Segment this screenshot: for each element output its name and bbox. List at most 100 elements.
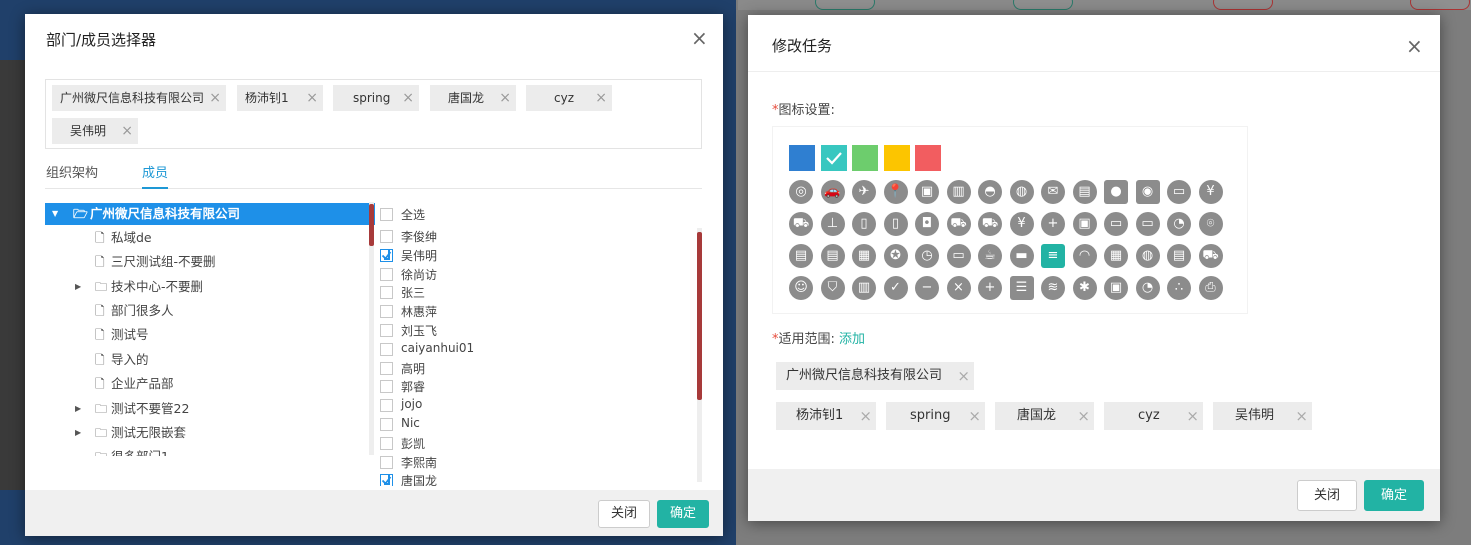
user-minus-icon[interactable]: −: [915, 276, 939, 300]
tree-node[interactable]: ▶ 🗀 测试无限嵌套: [45, 422, 375, 444]
checkbox[interactable]: [380, 455, 393, 469]
user-icon[interactable]: ●: [1104, 180, 1128, 204]
tab-org-structure[interactable]: 组织架构: [46, 162, 98, 181]
doc-money-2-icon[interactable]: ▯: [883, 212, 908, 236]
yen-icon[interactable]: ¥: [1198, 180, 1223, 204]
money-bag-2-icon[interactable]: ◍: [1135, 244, 1160, 268]
remove-tag-icon[interactable]: ×: [595, 85, 607, 111]
location-icon[interactable]: ⌾: [1198, 212, 1223, 236]
user-check-icon[interactable]: ✓: [883, 276, 908, 300]
tree-node[interactable]: 🗋 部门很多人: [45, 300, 375, 322]
scatter-icon[interactable]: ∴: [1167, 276, 1191, 300]
checked-checkbox[interactable]: [380, 474, 393, 486]
checkbox[interactable]: [380, 267, 393, 281]
wallet-icon[interactable]: ◘: [915, 212, 939, 236]
shield-icon[interactable]: ⛉: [820, 276, 845, 300]
stopwatch-icon[interactable]: ◔: [1135, 276, 1160, 300]
tree-node[interactable]: 🗋 导入的: [45, 349, 375, 371]
caret-right-icon[interactable]: ▶: [75, 422, 81, 444]
tree-node[interactable]: 🗀 很多部门1: [45, 446, 375, 456]
close-icon[interactable]: ×: [1406, 36, 1423, 56]
tree-node[interactable]: ▶ 🗀 技术中心-不要删: [45, 276, 375, 298]
book-icon[interactable]: ▤: [1072, 180, 1097, 204]
checkbox[interactable]: [380, 324, 393, 337]
remove-tag-icon[interactable]: ×: [1186, 402, 1199, 430]
color-swatch[interactable]: [883, 145, 910, 171]
doc-money-icon[interactable]: ▯: [852, 212, 876, 236]
close-button[interactable]: 关闭: [1297, 480, 1357, 511]
bug-icon[interactable]: ✱: [1072, 276, 1097, 300]
truck-yen-icon[interactable]: ⛟: [946, 212, 971, 236]
user-remove-icon[interactable]: ×: [946, 276, 971, 300]
doc-text-icon[interactable]: ≡: [1041, 244, 1065, 268]
checkbox[interactable]: [380, 436, 393, 450]
clock-icon[interactable]: ◷: [915, 244, 939, 268]
coffee-icon[interactable]: ☕: [978, 244, 1002, 268]
yen-note-icon[interactable]: ¥: [1009, 212, 1034, 236]
layers-icon[interactable]: ≋: [1041, 276, 1065, 300]
remove-tag-icon[interactable]: ×: [402, 85, 414, 111]
gift-icon[interactable]: ▦: [852, 244, 876, 268]
remove-tag-icon[interactable]: ×: [209, 85, 221, 111]
hat-icon[interactable]: ◓: [978, 180, 1002, 204]
truck-yen-2-icon[interactable]: ⛟: [978, 212, 1002, 236]
car-icon[interactable]: 🚗: [820, 180, 845, 204]
tab-members[interactable]: 成员: [142, 162, 168, 181]
award-icon[interactable]: ✪: [883, 244, 908, 268]
checkbox[interactable]: [380, 230, 393, 243]
checkbox[interactable]: [380, 380, 393, 394]
safe-icon[interactable]: ▣: [1104, 276, 1128, 300]
plane-icon[interactable]: ✈: [852, 180, 876, 204]
tree-scrollbar-thumb[interactable]: [369, 204, 374, 246]
id-card-icon[interactable]: ▭: [1135, 212, 1160, 236]
caret-right-icon[interactable]: ▶: [75, 276, 81, 298]
checkbox[interactable]: [380, 418, 393, 431]
remove-tag-icon[interactable]: ×: [859, 402, 872, 430]
suitcase-icon[interactable]: ▣: [1072, 212, 1097, 236]
checkbox[interactable]: [380, 342, 393, 356]
pie-icon[interactable]: ◔: [1167, 212, 1191, 236]
remove-tag-icon[interactable]: ×: [957, 362, 970, 390]
calendar-icon[interactable]: ▦: [1104, 244, 1128, 268]
smile-icon[interactable]: ☺: [789, 276, 813, 300]
remove-tag-icon[interactable]: ×: [306, 85, 318, 111]
checkbox[interactable]: [380, 361, 393, 375]
remove-tag-icon[interactable]: ×: [1295, 402, 1308, 430]
color-swatch[interactable]: [915, 145, 941, 171]
cart-icon[interactable]: ⛟: [789, 212, 813, 236]
confirm-button[interactable]: 确定: [1364, 480, 1424, 511]
pin-icon[interactable]: 📍: [883, 180, 908, 204]
remove-tag-icon[interactable]: ×: [1077, 402, 1090, 430]
tree-node[interactable]: 🗋 测试号: [45, 324, 375, 346]
delivery-icon[interactable]: ⛟: [1198, 244, 1223, 268]
tree-node[interactable]: ▼ 🗁 广州微尺信息科技有限公司: [45, 203, 375, 225]
add-scope-link[interactable]: 添加: [839, 332, 865, 347]
remove-tag-icon[interactable]: ×: [499, 85, 511, 111]
envelope-icon[interactable]: ✉: [1041, 180, 1065, 204]
color-swatch[interactable]: [852, 145, 878, 171]
confirm-button[interactable]: 确定: [657, 500, 709, 528]
tree-node[interactable]: 🗋 三尺测试组-不要删: [45, 251, 375, 273]
printer-icon[interactable]: ⎙: [1198, 276, 1223, 300]
color-swatch[interactable]: [820, 145, 847, 171]
money-bag-icon[interactable]: ◍: [1009, 180, 1034, 204]
caret-down-icon[interactable]: ▼: [52, 203, 58, 225]
gauge-icon[interactable]: ◠: [1072, 244, 1097, 268]
doc-plus-icon[interactable]: +: [1041, 212, 1065, 236]
caret-right-icon[interactable]: ▶: [75, 398, 81, 420]
presentation-icon[interactable]: ▭: [946, 244, 971, 268]
checked-checkbox[interactable]: [380, 248, 393, 262]
user-add-icon[interactable]: +: [978, 276, 1002, 300]
checkbox[interactable]: [380, 305, 393, 319]
briefcase-icon[interactable]: ▣: [915, 180, 939, 204]
close-button[interactable]: 关闭: [598, 500, 650, 528]
checkbox[interactable]: [380, 399, 393, 413]
database-icon[interactable]: ☰: [1009, 276, 1034, 300]
clipboard-icon[interactable]: ▤: [820, 244, 845, 268]
member-scrollbar-thumb[interactable]: [697, 232, 702, 400]
tree-node[interactable]: 🗋 企业产品部: [45, 373, 375, 395]
ticket-icon[interactable]: ▭: [1104, 212, 1128, 236]
tree-node[interactable]: 🗋 私域de: [45, 227, 375, 249]
checkbox[interactable]: [380, 286, 393, 300]
stamp-icon[interactable]: ⊥: [820, 212, 845, 236]
